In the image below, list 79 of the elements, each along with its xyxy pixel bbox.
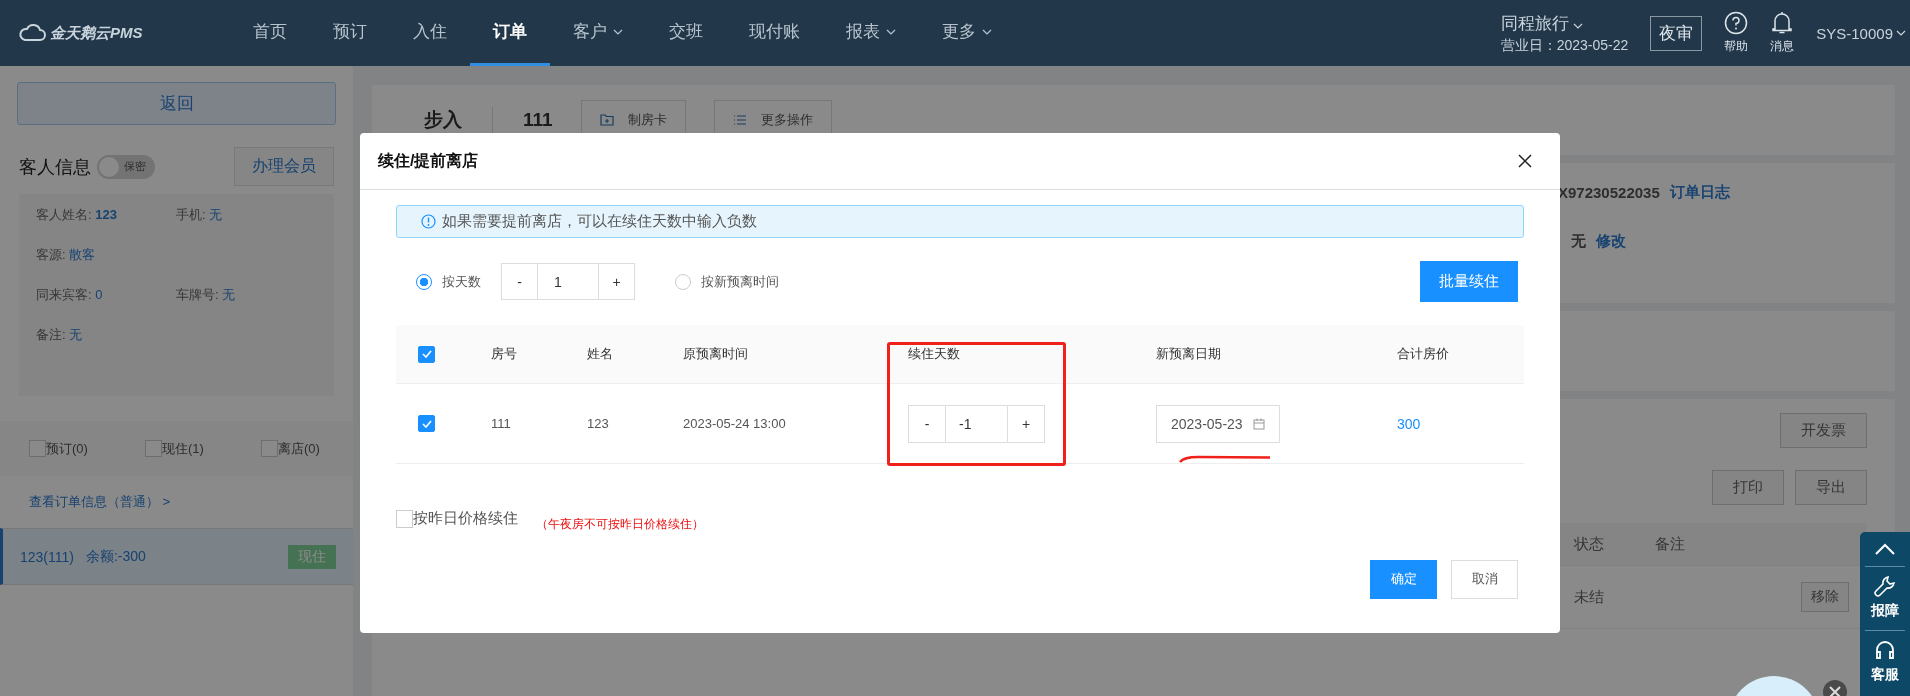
increment-button[interactable]: + [598, 263, 635, 300]
calendar-icon [1252, 417, 1265, 430]
column-header: 状态 [1574, 534, 1605, 554]
column-header: 新预离日期 [1156, 345, 1222, 363]
checkmark-icon [421, 350, 432, 358]
column-header: 合计房价 [1397, 345, 1450, 363]
messages-label: 消息 [1770, 38, 1795, 55]
days-input[interactable]: 1 [538, 263, 598, 300]
help-icon[interactable] [1724, 11, 1749, 35]
nav-menu-item[interactable]: 客户 [550, 0, 646, 66]
order-number: X97230522035 [1558, 184, 1660, 201]
caret-icon [1573, 22, 1584, 29]
guest-info-field: 手机: 无 [176, 206, 317, 224]
order-source: 步入 [424, 108, 462, 132]
column-header: 姓名 [587, 345, 614, 363]
nav-menu-item[interactable]: 入住 [390, 0, 470, 66]
help-label: 帮助 [1724, 38, 1749, 55]
folder-plus-icon [599, 114, 614, 126]
app-logo-text: 金天鹅云PMS [50, 23, 143, 43]
table-cell-text: 123 [587, 416, 610, 431]
bell-icon[interactable] [1771, 11, 1794, 35]
extend-days-input[interactable]: -1 [946, 404, 1007, 443]
toolbar-label[interactable]: 客服 [1871, 666, 1899, 684]
column-header: 续住天数 [908, 345, 961, 363]
mode-radio[interactable]: 按天数 [416, 272, 481, 291]
hotel-selector[interactable]: 同程旅行 [1500, 11, 1629, 35]
guest-info-field: 客源: 散客 [36, 246, 176, 264]
guest-info-field: 同来宾客: 0 [36, 286, 176, 304]
column-header: 原预离时间 [683, 345, 749, 363]
date-picker-field[interactable]: 2023-05-23 [1156, 404, 1280, 443]
chevron-up-icon[interactable] [1874, 542, 1896, 556]
user-menu[interactable]: SYS-10009 [1816, 24, 1906, 42]
room-balance: 余额:-300 [85, 547, 146, 566]
wrench-icon[interactable] [1874, 575, 1896, 597]
nav-menu-item[interactable]: 现付账 [726, 0, 823, 66]
list-icon [732, 114, 747, 126]
row-checkbox[interactable] [418, 415, 435, 432]
close-icon[interactable] [1518, 154, 1532, 168]
nav-menu-item[interactable]: 交班 [646, 0, 726, 66]
table-cell-text: 111 [491, 416, 512, 431]
warning-note: （午夜房不可按昨日价格续住） [536, 516, 705, 531]
mode-radio[interactable]: 按新预离时间 [675, 272, 779, 291]
table-cell-text: 2023-05-24 13:00 [683, 416, 787, 431]
filter-checkbox[interactable]: 离店(0) [261, 439, 353, 458]
guest-info-field: 客人姓名: 123 [36, 206, 176, 224]
total-price: 300 [1397, 415, 1422, 432]
yesterday-price-checkbox[interactable]: 按昨日价格续住 [396, 509, 518, 528]
room-number: 111 [523, 109, 553, 131]
cloud-logo-icon [18, 24, 46, 42]
decrement-button[interactable]: - [501, 263, 538, 300]
column-header: 房号 [491, 345, 518, 363]
guest-info-field: 备注: 无 [36, 326, 176, 344]
select-all-checkbox[interactable] [418, 345, 435, 363]
column-header: 备注 [1655, 534, 1686, 554]
filter-checkbox[interactable]: 现住(1) [145, 439, 261, 458]
filter-checkbox[interactable]: 预订(0) [29, 439, 145, 458]
decrement-button[interactable]: - [908, 404, 946, 443]
nav-menu-item[interactable]: 预订 [310, 0, 390, 66]
headset-icon[interactable] [1874, 639, 1896, 661]
cancel-button[interactable]: 取消 [1451, 559, 1518, 599]
info-icon [421, 214, 436, 229]
checkmark-icon [421, 419, 432, 428]
nav-menu-item[interactable]: 报表 [823, 0, 919, 66]
toolbar-label[interactable]: 报障 [1871, 602, 1899, 620]
room-status-tag: 现住 [288, 544, 336, 569]
room-guest-label: 123(111) [20, 548, 74, 565]
guest-info-field: 车牌号: 无 [176, 286, 317, 304]
guest-info-title: 客人信息 [19, 155, 91, 179]
nav-menu-item[interactable]: 更多 [919, 0, 1015, 66]
remark-value: 无 [1571, 232, 1586, 251]
dialog-title: 续住/提前离店 [378, 150, 479, 171]
business-date: 营业日：2023-05-22 [1500, 36, 1629, 55]
caret-icon [1896, 30, 1906, 36]
increment-button[interactable]: + [1007, 404, 1045, 443]
nav-menu-item[interactable]: 订单 [470, 0, 550, 66]
night-audit-button[interactable]: 夜审 [1650, 15, 1703, 51]
nav-menu-item[interactable]: 首页 [230, 0, 310, 66]
notice-text: 如果需要提前离店，可以在续住天数中输入负数 [442, 212, 757, 231]
table-cell-text: 未结 [1574, 587, 1605, 607]
